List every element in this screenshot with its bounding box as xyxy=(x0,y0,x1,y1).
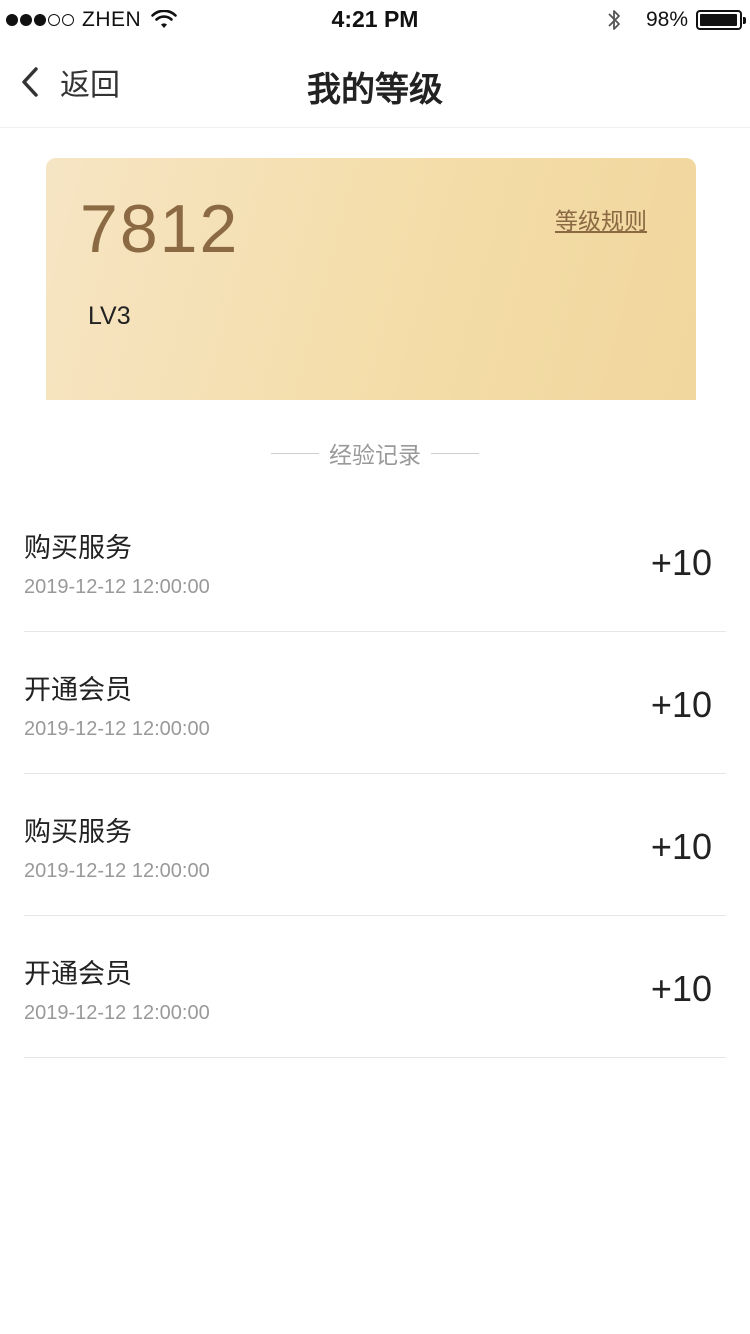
list-item: 开通会员 2019-12-12 12:00:00 +10 xyxy=(24,632,726,774)
experience-score: 7812 xyxy=(80,191,240,267)
record-points: +10 xyxy=(650,826,712,867)
record-points: +10 xyxy=(650,542,712,583)
record-title: 购买服务 xyxy=(24,533,132,563)
list-item: 购买服务 2019-12-12 12:00:00 +10 xyxy=(24,490,726,632)
status-bar: ZHEN 4:21 PM 98% xyxy=(0,0,750,40)
record-points: +10 xyxy=(650,684,712,725)
nav-bar: 返回 我的等级 xyxy=(0,40,750,128)
status-right: 98% xyxy=(606,8,746,32)
record-time: 2019-12-12 12:00:00 xyxy=(24,576,210,598)
divider-line xyxy=(431,452,479,454)
record-time: 2019-12-12 12:00:00 xyxy=(24,860,210,882)
record-points: +10 xyxy=(650,968,712,1009)
level-badge: LV3 xyxy=(88,302,131,330)
level-rules-link[interactable]: 等级规则 xyxy=(555,202,647,236)
page-title: 我的等级 xyxy=(307,71,443,109)
record-title: 开通会员 xyxy=(24,959,132,989)
records-section-title: 经验记录 xyxy=(329,442,421,468)
battery-icon xyxy=(696,10,746,30)
record-list: 购买服务 2019-12-12 12:00:00 +10 开通会员 2019-1… xyxy=(24,490,726,1058)
record-title: 购买服务 xyxy=(24,817,132,847)
battery-cap xyxy=(743,17,746,24)
page: ZHEN 4:21 PM 98% 返回 我的等级 7812 等级规则 LV3 经… xyxy=(0,0,750,1334)
list-item: 开通会员 2019-12-12 12:00:00 +10 xyxy=(24,916,726,1058)
divider-line xyxy=(271,452,319,454)
bluetooth-icon xyxy=(608,10,620,30)
records-section-header: 经验记录 xyxy=(0,436,750,470)
list-item: 购买服务 2019-12-12 12:00:00 +10 xyxy=(24,774,726,916)
level-card: 7812 等级规则 LV3 xyxy=(46,158,696,400)
record-time: 2019-12-12 12:00:00 xyxy=(24,1002,210,1024)
battery-percent: 98% xyxy=(645,8,688,31)
battery-fill xyxy=(700,14,738,26)
record-time: 2019-12-12 12:00:00 xyxy=(24,718,210,740)
record-title: 开通会员 xyxy=(24,675,132,705)
